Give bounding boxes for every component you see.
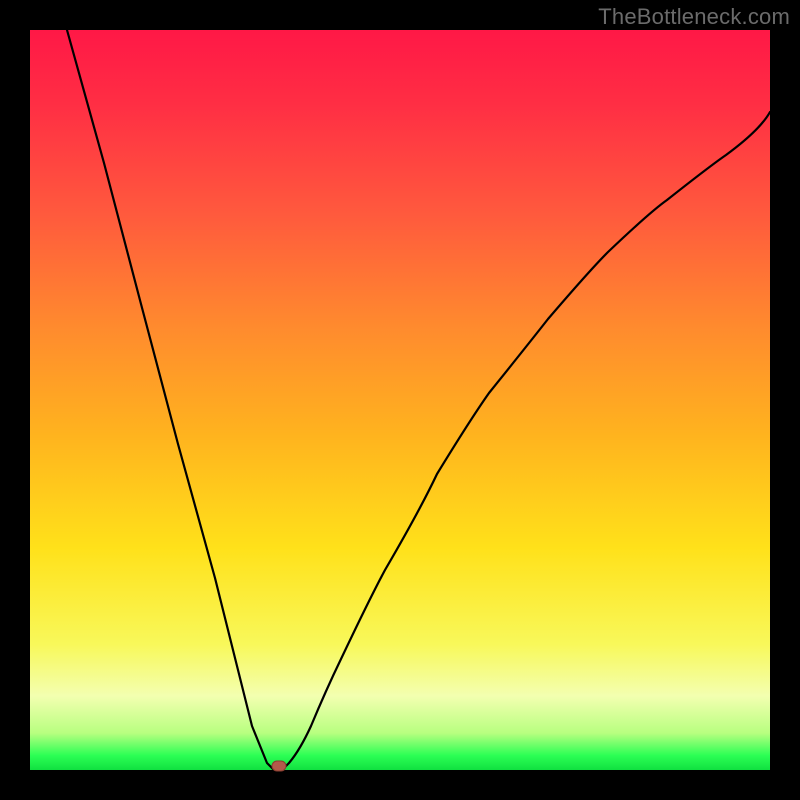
- plot-area: [30, 30, 770, 770]
- watermark-text: TheBottleneck.com: [598, 4, 790, 30]
- bottleneck-curve: [67, 30, 770, 770]
- chart-stage: TheBottleneck.com: [0, 0, 800, 800]
- minimum-marker: [272, 761, 286, 771]
- curve-layer: [30, 30, 770, 770]
